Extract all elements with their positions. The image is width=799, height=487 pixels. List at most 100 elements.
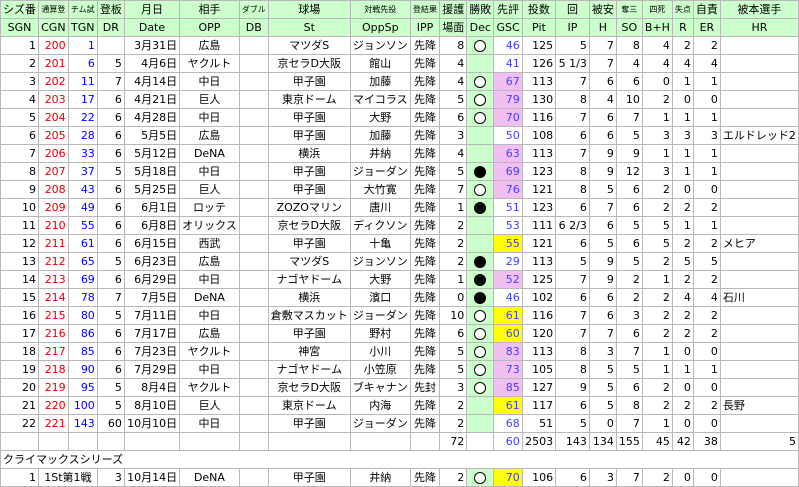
er-cell: 1 — [692, 108, 721, 127]
table-row[interactable]: 1 1St第1戦 3 10月14日 DeNA 甲子園 井納 先降 2 70 106 6 3 7 2 0 0 — [0, 468, 799, 487]
table-row[interactable]: 4 203 17 6 4月21日 巨人 東京ドーム マイコラス 先降 5 79 130 8 4 10 2 0 0 — [0, 90, 799, 109]
decision-cell — [466, 126, 495, 145]
opp-cell: DeNA — [179, 288, 240, 307]
opp-starter-cell: 加藤 — [349, 126, 411, 145]
ip-cell: 5 — [555, 252, 590, 271]
date-cell: 7月11日 — [123, 306, 181, 325]
opp-cell: オリックス — [179, 216, 240, 235]
opp-starter-cell: ジョンソン — [349, 252, 411, 271]
sgn-cell: 2 — [0, 54, 39, 73]
table-row[interactable]: 2 201 6 5 4月6日 ヤクルト 京セラD大阪 館山 先降 4 41 126 5 1/3 7 4 4 4 4 — [0, 54, 799, 73]
pitches-cell: 130 — [521, 90, 557, 109]
er-cell: 3 — [692, 126, 721, 145]
stadium-cell: 甲子園 — [267, 414, 351, 433]
header-jp-cell: 相手 — [179, 0, 240, 19]
tgn-cell: 85 — [67, 342, 98, 361]
table-row[interactable]: 18 217 85 6 7月23日 ヤクルト 神宮 小川 先降 5 83 113 8 3 7 1 0 0 — [0, 342, 799, 361]
hits-cell: 6 — [588, 72, 617, 91]
support-cell: 2 — [439, 252, 468, 271]
hr-cell — [719, 360, 799, 379]
blank-cell — [123, 432, 181, 451]
ip-cell: 8 — [555, 180, 590, 199]
opp-starter-cell: 唐川 — [349, 198, 411, 217]
table-row[interactable]: 16 215 80 5 7月11日 中日 倉敷マスカット ジョーダン 先降 10 61 116 7 6 3 2… — [0, 306, 799, 325]
loss-circle-icon — [474, 274, 487, 286]
header-jp-cell: 被安 — [588, 0, 617, 19]
table-row[interactable]: 7 206 33 6 5月12日 DeNA 横浜 井納 先降 4 63 113 7 9 9 1 1 1 — [0, 144, 799, 163]
so-cell: 10 — [615, 90, 643, 109]
cgn-cell: 201 — [38, 54, 69, 73]
ip-cell: 8 — [555, 360, 590, 379]
stadium-cell: 甲子園 — [267, 162, 351, 181]
opp-cell: 巨人 — [179, 90, 240, 109]
er-cell: 2 — [692, 36, 721, 55]
table-row[interactable]: 20 219 95 5 8月4日 ヤクルト 京セラD大阪 ブキャナン 先封 3 85 127 9 5 6 2 0… — [0, 378, 799, 397]
sgn-cell: 13 — [0, 252, 39, 271]
header-en-cell: St — [267, 18, 351, 37]
gsc-cell: 69 — [493, 162, 523, 181]
opp-starter-cell: 大野 — [349, 108, 411, 127]
ip-cell: 6 2/3 — [555, 216, 590, 235]
pitching-log-table: シズ番 通算登 チム試 登板 月日 相手 ダブル 球場 対戦先投 登結果 援護 勝敗 先評 投数回被安 奪三… — [0, 0, 799, 487]
er-cell: 0 — [692, 342, 721, 361]
header-jp-cell: 登結果 — [409, 0, 441, 19]
ip-cell: 8 — [555, 342, 590, 361]
table-row[interactable]: 6 205 28 6 5月5日 広島 甲子園 加藤 先降 3 50 108 6 6 5 3 3 3 エルドレッド2 — [0, 126, 799, 145]
runs-cell: 2 — [671, 396, 694, 415]
dr-cell: 3 — [96, 468, 125, 487]
header-en-cell: 場面 — [439, 18, 468, 37]
table-row[interactable]: 22 221 143 60 10月10日 中日 甲子園 ジョーダン 先降 2 68 51 5 0 7 1 0 0 — [0, 414, 799, 433]
gsc-cell: 52 — [493, 270, 523, 289]
table-row[interactable]: 5 204 22 6 4月28日 中日 甲子園 大野 先降 6 70 116 7 6 7 1 1 1 — [0, 108, 799, 127]
gsc-cell: 79 — [493, 90, 523, 109]
runs-cell: 4 — [671, 288, 694, 307]
header-en-cell: OPP — [179, 18, 240, 37]
db-cell — [238, 378, 269, 397]
opp-cell: 巨人 — [179, 396, 240, 415]
table-row[interactable]: 14 213 69 6 6月29日 中日 ナゴヤドーム 大野 先降 1 52 125 7 9 2 1 2 2 — [0, 270, 799, 289]
win-circle-icon — [474, 40, 487, 52]
dr-cell: 7 — [96, 72, 125, 91]
support-cell: 5 — [439, 162, 468, 181]
so-cell: 6 — [615, 324, 643, 343]
table-row[interactable]: 11 210 55 6 6月8日 オリックス 京セラD大阪 ディクソン 先降 2 53 111 6 2/… — [0, 216, 799, 235]
hr-cell: メヒア — [719, 234, 799, 253]
cgn-cell: 203 — [38, 90, 69, 109]
cgn-cell: 217 — [38, 342, 69, 361]
support-cell: 1 — [439, 270, 468, 289]
header-en-cell: Pit — [521, 18, 557, 37]
table-row[interactable]: 13 212 65 5 6月23日 広島 マツダS ジョンソン 先降 2 29 113 5 9 5 2 5 5 — [0, 252, 799, 271]
date-cell: 4月14日 — [123, 72, 181, 91]
ip-cell: 6 — [555, 396, 590, 415]
opp-starter-cell: 大野 — [349, 270, 411, 289]
ipp-cell: 先降 — [409, 72, 441, 91]
ip-cell: 5 1/3 — [555, 54, 590, 73]
date-cell: 7月29日 — [123, 360, 181, 379]
table-row[interactable]: 12 211 61 6 6月15日 西武 甲子園 十亀 先降 2 55 121 6 5 6 5 2 2 メヒア — [0, 234, 799, 253]
ipp-cell: 先降 — [409, 162, 441, 181]
table-row[interactable]: 9 208 43 6 5月25日 巨人 甲子園 大竹寛 先降 7 76 121 8 5 6 2 0 0 — [0, 180, 799, 199]
so-cell: 3 — [615, 306, 643, 325]
opp-cell: 中日 — [179, 414, 240, 433]
header-en-cell: HR — [719, 18, 799, 37]
table-row[interactable]: 17 216 86 6 7月17日 広島 甲子園 野村 先降 6 60 120 7 7 6 2 2 2 — [0, 324, 799, 343]
table-row[interactable]: 10 209 49 6 6月1日 ロッテ ZOZOマリン 唐川 先降 1 51 123 6 7 6 2 2 2 — [0, 198, 799, 217]
pitches-cell: 127 — [521, 378, 557, 397]
table-row[interactable]: 21 220 100 5 8月10日 巨人 東京ドーム 内海 先降 2 61 117 6 5 8 2 2 2 長野 — [0, 396, 799, 415]
ipp-cell: 先降 — [409, 468, 441, 487]
ipp-cell: 先降 — [409, 396, 441, 415]
gsc-cell: 46 — [493, 36, 523, 55]
opp-starter-cell: ジョーダン — [349, 414, 411, 433]
tgn-cell: 22 — [67, 108, 98, 127]
table-row[interactable]: 19 218 90 6 7月29日 中日 ナゴヤドーム 小笠原 先降 5 73 105 8 5 5 1 1 1 — [0, 360, 799, 379]
runs-cell: 4 — [671, 54, 694, 73]
stadium-cell: 倉敷マスカット — [267, 306, 351, 325]
table-row[interactable]: 1 200 1 3月31日 広島 マツダS ジョンソン 先降 8 46 125 5 7 8 4 2 2 — [0, 36, 799, 55]
runs-cell: 0 — [671, 342, 694, 361]
pitches-cell: 121 — [521, 180, 557, 199]
table-row[interactable]: 8 207 37 5 5月18日 中日 甲子園 ジョーダン 先降 5 69 123 8 9 12 3 1 1 — [0, 162, 799, 181]
hr-cell — [719, 342, 799, 361]
table-row[interactable]: 15 214 78 7 7月5日 DeNA 横浜 濱口 先降 0 46 102 6 6 2 2 4 4 石川 — [0, 288, 799, 307]
table-row[interactable]: 3 202 11 7 4月14日 中日 甲子園 加藤 先降 4 67 113 7 6 6 0 1 1 — [0, 72, 799, 91]
hr-cell — [719, 468, 799, 487]
